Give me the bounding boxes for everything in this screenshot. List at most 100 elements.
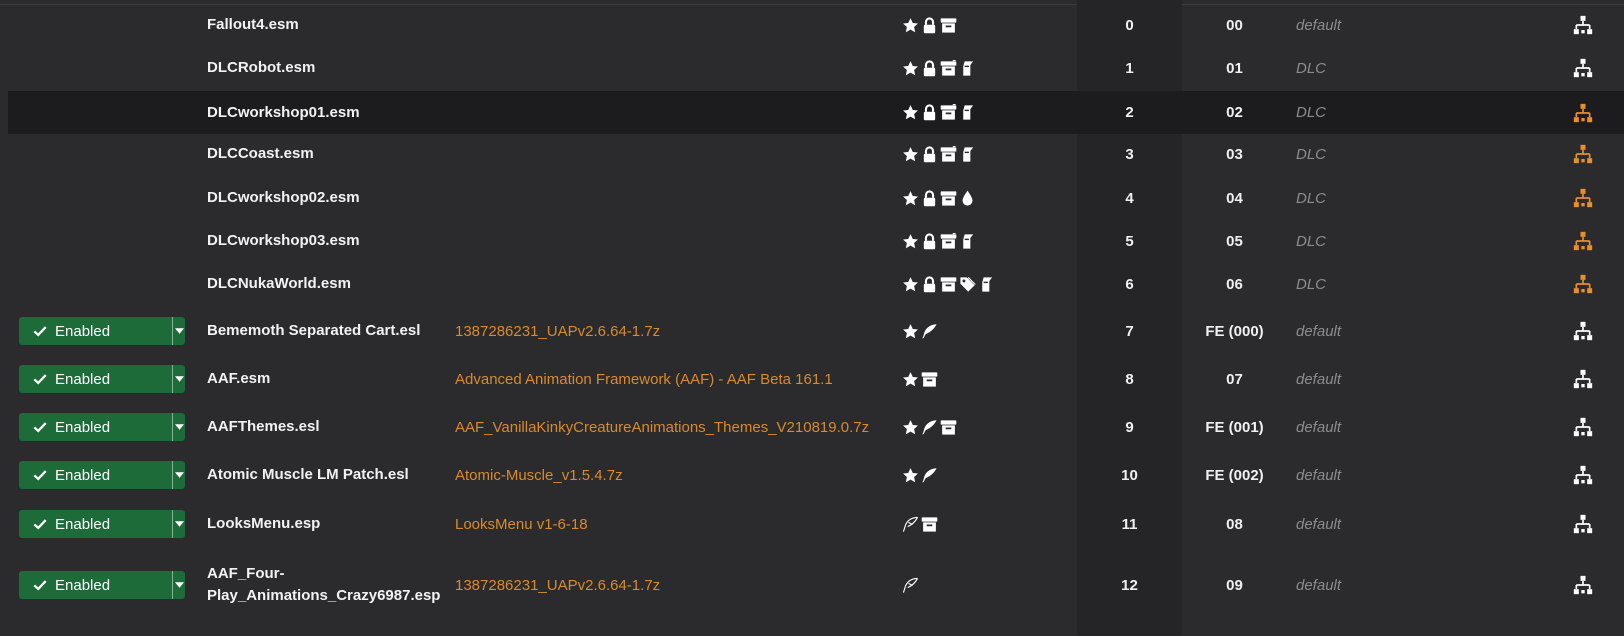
- lock-icon: [921, 104, 938, 121]
- chevron-down-icon: [174, 424, 184, 430]
- plugin-row[interactable]: Enabled AAF_Four- Play_Animations_Crazy698…: [8, 550, 1624, 620]
- mod-link[interactable]: Advanced Animation Framework (AAF) - AAF…: [455, 371, 833, 388]
- enabled-toggle[interactable]: Enabled: [19, 365, 185, 393]
- mod-cell: Advanced Animation Framework (AAF) - AAF…: [455, 356, 895, 402]
- enabled-dropdown-button[interactable]: [173, 510, 185, 538]
- plugin-name: LooksMenu.esp: [207, 515, 321, 532]
- load-order: 12: [1121, 576, 1138, 594]
- mod-link[interactable]: Atomic-Muscle_v1.5.4.7z: [455, 467, 623, 484]
- enabled-toggle[interactable]: Enabled: [19, 510, 185, 538]
- hierarchy-icon[interactable]: [1573, 465, 1593, 485]
- plugin-row[interactable]: Enabled LooksMenu.esp LooksMenu v1-6-18 11 0…: [8, 500, 1624, 548]
- mod-index-cell: 02: [1182, 91, 1287, 134]
- mod-cell: [455, 134, 895, 174]
- plugin-row[interactable]: Enabled AAFThemes.esl AAF_VanillaKinkyCrea…: [8, 404, 1624, 450]
- load-order-cell: 11: [1077, 500, 1182, 548]
- plugin-row[interactable]: Fallout4.esm 0 00 default: [8, 5, 1624, 45]
- group-cell: DLC: [1296, 48, 1496, 88]
- mod-cell: 1387286231_UAPv2.6.64-1.7z: [455, 550, 895, 620]
- enabled-button[interactable]: Enabled: [19, 510, 172, 538]
- name-cell: Fallout4.esm: [207, 5, 437, 45]
- mod-cell: [455, 48, 895, 88]
- mod-index-cell: 09: [1182, 550, 1287, 620]
- enabled-dropdown-button[interactable]: [173, 413, 185, 441]
- feather-icon: [921, 467, 938, 484]
- enabled-toggle[interactable]: Enabled: [19, 571, 185, 599]
- star-icon: [902, 419, 919, 436]
- archive-icon: [940, 276, 957, 293]
- mod-cell: [455, 178, 895, 218]
- mod-link[interactable]: LooksMenu v1-6-18: [455, 516, 588, 533]
- dependency-cell: [1568, 356, 1598, 402]
- mod-cell: [455, 91, 895, 134]
- plugin-row[interactable]: Enabled AAF.esm Advanced Animation Framewo…: [8, 356, 1624, 402]
- flags-cell: [902, 404, 1022, 450]
- enabled-toggle[interactable]: Enabled: [19, 317, 185, 345]
- hierarchy-icon[interactable]: [1573, 417, 1593, 437]
- hierarchy-icon[interactable]: [1573, 575, 1593, 595]
- enabled-button[interactable]: Enabled: [19, 365, 172, 393]
- enabled-toggle[interactable]: Enabled: [19, 461, 185, 489]
- plugin-row[interactable]: DLCRobot.esm 1 01 DLC: [8, 48, 1624, 88]
- enabled-button[interactable]: Enabled: [19, 571, 172, 599]
- plugin-row[interactable]: DLCNukaWorld.esm 6 06 DLC: [8, 264, 1624, 304]
- hierarchy-icon[interactable]: [1573, 369, 1593, 389]
- enabled-dropdown-button[interactable]: [173, 461, 185, 489]
- load-order: 6: [1125, 275, 1134, 293]
- status-cell: [19, 134, 185, 174]
- enabled-button[interactable]: Enabled: [19, 461, 172, 489]
- plugin-row[interactable]: Enabled Atomic Muscle LM Patch.esl Atomic-…: [8, 452, 1624, 498]
- mod-index-cell: 05: [1182, 221, 1287, 261]
- hierarchy-icon[interactable]: [1573, 58, 1593, 78]
- hierarchy-icon[interactable]: [1573, 144, 1593, 164]
- mod-index-cell: 06: [1182, 264, 1287, 304]
- hierarchy-icon[interactable]: [1573, 103, 1593, 123]
- load-order: 5: [1125, 232, 1134, 250]
- hierarchy-icon[interactable]: [1573, 231, 1593, 251]
- enabled-dropdown-button[interactable]: [173, 317, 185, 345]
- hierarchy-icon[interactable]: [1573, 274, 1593, 294]
- hierarchy-icon[interactable]: [1573, 514, 1593, 534]
- group-cell: DLC: [1296, 91, 1496, 134]
- hierarchy-icon[interactable]: [1573, 321, 1593, 341]
- mod-cell: 1387286231_UAPv2.6.64-1.7z: [455, 308, 895, 354]
- hierarchy-icon[interactable]: [1573, 15, 1593, 35]
- load-order-cell: 5: [1077, 221, 1182, 261]
- chevron-down-icon: [174, 328, 184, 334]
- load-order: 2: [1125, 104, 1134, 121]
- load-order-cell: 2: [1077, 91, 1182, 134]
- mod-cell: [455, 221, 895, 261]
- mod-link[interactable]: AAF_VanillaKinkyCreatureAnimations_Theme…: [455, 419, 869, 436]
- enabled-button[interactable]: Enabled: [19, 317, 172, 345]
- enabled-dropdown-button[interactable]: [173, 365, 185, 393]
- script-icon: [959, 104, 976, 121]
- archive-icon: [940, 17, 957, 34]
- plugin-row[interactable]: DLCworkshop01.esm 2 02 DLC: [8, 91, 1624, 134]
- star-icon: [902, 17, 919, 34]
- mod-index: 07: [1226, 370, 1243, 388]
- enabled-button[interactable]: Enabled: [19, 413, 172, 441]
- archive-icon: [921, 516, 938, 533]
- archive-icon: [940, 419, 957, 436]
- dependency-cell: [1568, 264, 1598, 304]
- enabled-label: Enabled: [55, 322, 111, 340]
- hierarchy-icon[interactable]: [1573, 188, 1593, 208]
- status-cell: Enabled: [19, 356, 185, 402]
- flags-cell: [902, 356, 1022, 402]
- group-name: default: [1296, 16, 1342, 34]
- mod-link[interactable]: 1387286231_UAPv2.6.64-1.7z: [455, 577, 660, 594]
- enabled-toggle[interactable]: Enabled: [19, 413, 185, 441]
- mod-link[interactable]: 1387286231_UAPv2.6.64-1.7z: [455, 323, 660, 340]
- plugin-row[interactable]: DLCCoast.esm 3 03 DLC: [8, 134, 1624, 174]
- plugin-row[interactable]: DLCworkshop02.esm 4 04 DLC: [8, 178, 1624, 218]
- plugin-row[interactable]: DLCworkshop03.esm 5 05 DLC: [8, 221, 1624, 261]
- lock-icon: [921, 275, 938, 293]
- group-cell: DLC: [1296, 134, 1496, 174]
- flags-cell: [902, 48, 1022, 88]
- feather-icon: [921, 419, 938, 436]
- star-icon: [902, 371, 919, 388]
- enabled-dropdown-button[interactable]: [173, 571, 185, 599]
- plugin-row[interactable]: Enabled Bememoth Separated Cart.esl 138728…: [8, 308, 1624, 354]
- chevron-down-icon: [174, 582, 184, 588]
- plugin-name: DLCNukaWorld.esm: [207, 275, 351, 292]
